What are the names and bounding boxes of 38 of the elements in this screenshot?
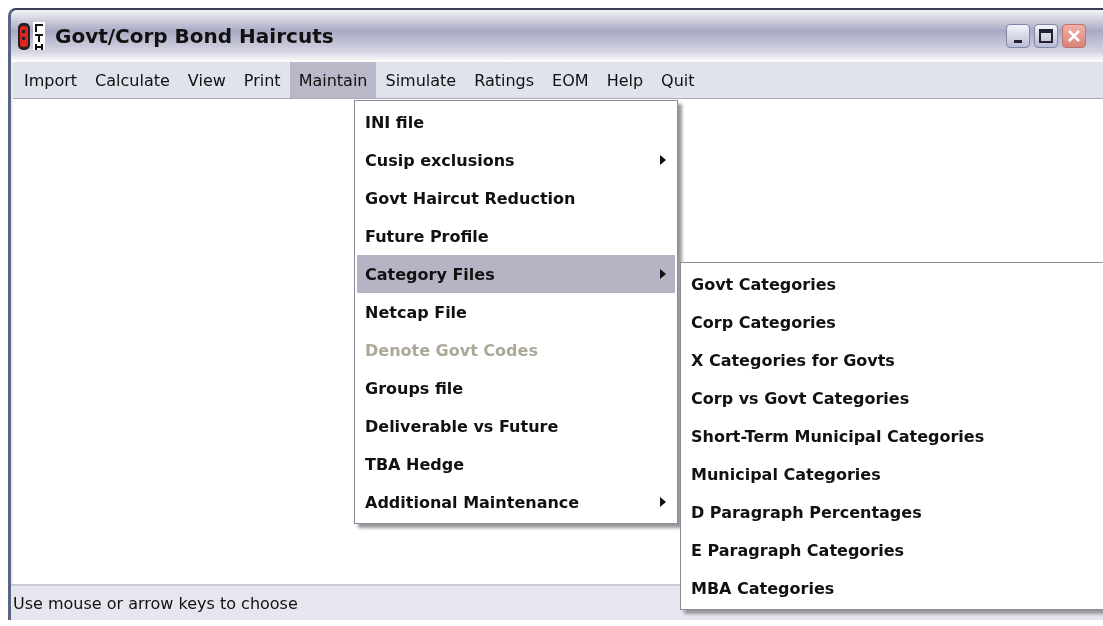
menu-option[interactable]: Netcap File [357,293,675,331]
minimize-button[interactable] [1006,24,1030,48]
menu-item[interactable]: EOM [543,62,598,98]
menu-item[interactable]: Quit [652,62,704,98]
menu-option[interactable]: TBA Hedge [357,445,675,483]
menu-option[interactable]: Govt Categories [683,265,1103,303]
menu-option[interactable]: Corp Categories [683,303,1103,341]
menu-option[interactable]: Additional Maintenance [357,483,675,521]
minimize-icon [1014,39,1022,43]
menu-option[interactable]: X Categories for Govts [683,341,1103,379]
menu-option[interactable]: Govt Haircut Reduction [357,179,675,217]
close-button[interactable] [1062,24,1086,48]
menu-option[interactable]: Short-Term Municipal Categories [683,417,1103,455]
menu-item[interactable]: Calculate [86,62,179,98]
maximize-icon [1038,28,1054,44]
menu-option[interactable]: Corp vs Govt Categories [683,379,1103,417]
menu-option[interactable]: Municipal Categories [683,455,1103,493]
close-icon [1066,28,1082,44]
maximize-button[interactable] [1034,24,1058,48]
app-icon [17,20,47,52]
menu-option[interactable]: Future Profile [357,217,675,255]
menu-option[interactable]: Cusip exclusions [357,141,675,179]
menu-option[interactable]: INI file [357,103,675,141]
menu-item[interactable]: Ratings [465,62,544,98]
status-text: Use mouse or arrow keys to choose [12,593,298,613]
menu-option[interactable]: MBA Categories [683,569,1103,607]
window-title: Govt/Corp Bond Haircuts [55,24,334,48]
menu-option[interactable]: D Paragraph Percentages [683,493,1103,531]
menu-option[interactable]: Deliverable vs Future [357,407,675,445]
menu-option[interactable]: Category Files [357,255,675,293]
menu-option[interactable]: Groups file [357,369,675,407]
menu-item[interactable]: Help [597,62,653,98]
menu-item[interactable]: Print [234,62,290,98]
menu-item[interactable]: Import [15,62,87,98]
menu-item[interactable]: Maintain [289,62,377,98]
menu-item[interactable]: View [178,62,235,98]
menu-item[interactable]: Simulate [376,62,466,98]
menu-option[interactable]: E Paragraph Categories [683,531,1103,569]
